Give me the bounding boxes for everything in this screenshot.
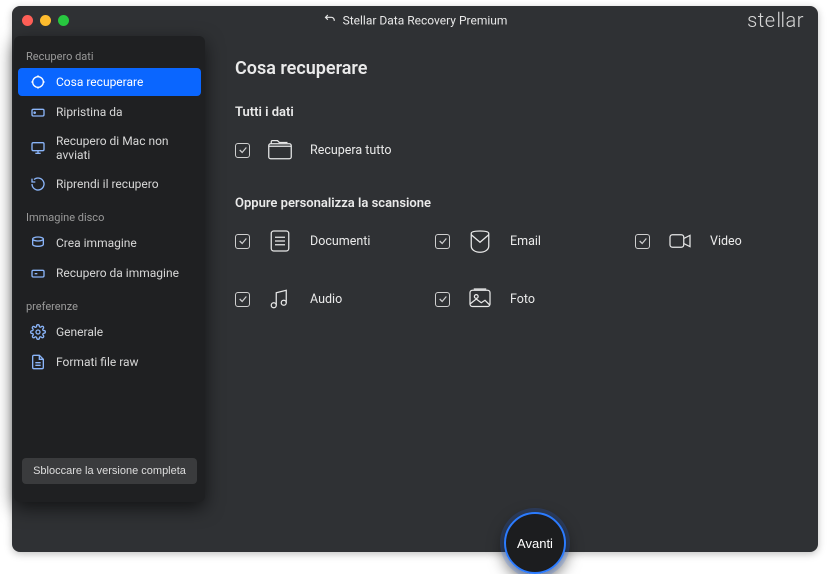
option-recover-all[interactable]: Recupera tutto [235,134,391,166]
sidebar-item-label: Recupero da immagine [56,266,179,280]
sidebar-group-label: Immagine disco [14,205,205,228]
option-label: Foto [510,292,535,307]
monitor-icon [30,140,46,156]
photo-icon [464,283,496,315]
drive-icon [30,104,46,120]
option-video[interactable]: Video [635,225,775,257]
checkbox[interactable] [435,292,450,307]
folder-all-icon [264,134,296,166]
brand-logo: stellar [747,8,804,32]
unlock-full-version-button[interactable]: Sbloccare la versione completa [22,458,197,484]
sidebar-item-label: Ripristina da [56,105,123,119]
maximize-window-button[interactable] [58,15,69,26]
section-all-data-title: Tutti i dati [235,105,790,120]
sidebar-item-label: Riprendi il recupero [56,177,159,191]
page-title: Cosa recuperare [235,58,790,79]
disk-image-icon [30,235,46,251]
window-controls [22,15,69,26]
document-list-icon [30,354,46,370]
checkbox[interactable] [235,292,250,307]
option-email[interactable]: Email [435,225,575,257]
sidebar-item-label: Generale [56,325,103,339]
sidebar-item-restore-from[interactable]: Ripristina da [18,98,201,126]
sidebar-item-recover-from-image[interactable]: Recupero da immagine [18,259,201,287]
section-customize-title: Oppure personalizza la scansione [235,196,790,211]
sidebar-item-raw-formats[interactable]: Formati file raw [18,348,201,376]
target-icon [30,74,46,90]
refresh-icon [30,176,46,192]
option-label: Audio [310,292,342,307]
option-label: Recupera tutto [310,143,391,158]
sidebar-item-label: Crea immagine [56,236,137,250]
close-window-button[interactable] [22,15,33,26]
gear-icon [30,324,46,340]
sidebar-item-create-image[interactable]: Crea immagine [18,229,201,257]
checkbox[interactable] [235,143,250,158]
back-icon[interactable] [323,12,337,29]
sidebar-item-label: Formati file raw [56,355,139,369]
next-button[interactable]: Avanti [504,512,566,574]
sidebar-item-general[interactable]: Generale [18,318,201,346]
titlebar: Stellar Data Recovery Premium stellar [12,6,818,34]
app-window: Stellar Data Recovery Premium stellar Re… [12,6,818,552]
sidebar-item-label: Recupero di Mac non avviati [56,134,189,162]
sidebar-group-label: Recupero dati [14,44,205,67]
audio-icon [264,283,296,315]
option-documents[interactable]: Documenti [235,225,375,257]
next-button-label: Avanti [517,536,553,551]
sidebar-group-label: preferenze [14,294,205,317]
main-panel: Cosa recuperare Tutti i dati Recupera tu… [205,34,818,552]
option-label: Video [710,234,742,249]
drive-recover-icon [30,265,46,281]
title-center: Stellar Data Recovery Premium [323,12,508,29]
documents-icon [264,225,296,257]
email-icon [464,225,496,257]
minimize-window-button[interactable] [40,15,51,26]
sidebar-item-label: Cosa recuperare [56,75,143,89]
option-audio[interactable]: Audio [235,283,375,315]
option-label: Documenti [310,234,370,249]
option-label: Email [510,234,541,249]
app-title: Stellar Data Recovery Premium [343,13,508,27]
checkbox[interactable] [635,234,650,249]
option-photo[interactable]: Foto [435,283,575,315]
sidebar-item-resume-recovery[interactable]: Riprendi il recupero [18,170,201,198]
sidebar-item-what-to-recover[interactable]: Cosa recuperare [18,68,201,96]
checkbox[interactable] [435,234,450,249]
sidebar: Recupero dati Cosa recuperare Ripristina… [14,36,205,502]
checkbox[interactable] [235,234,250,249]
video-icon [664,225,696,257]
sidebar-item-nonbooting-mac[interactable]: Recupero di Mac non avviati [18,128,201,168]
